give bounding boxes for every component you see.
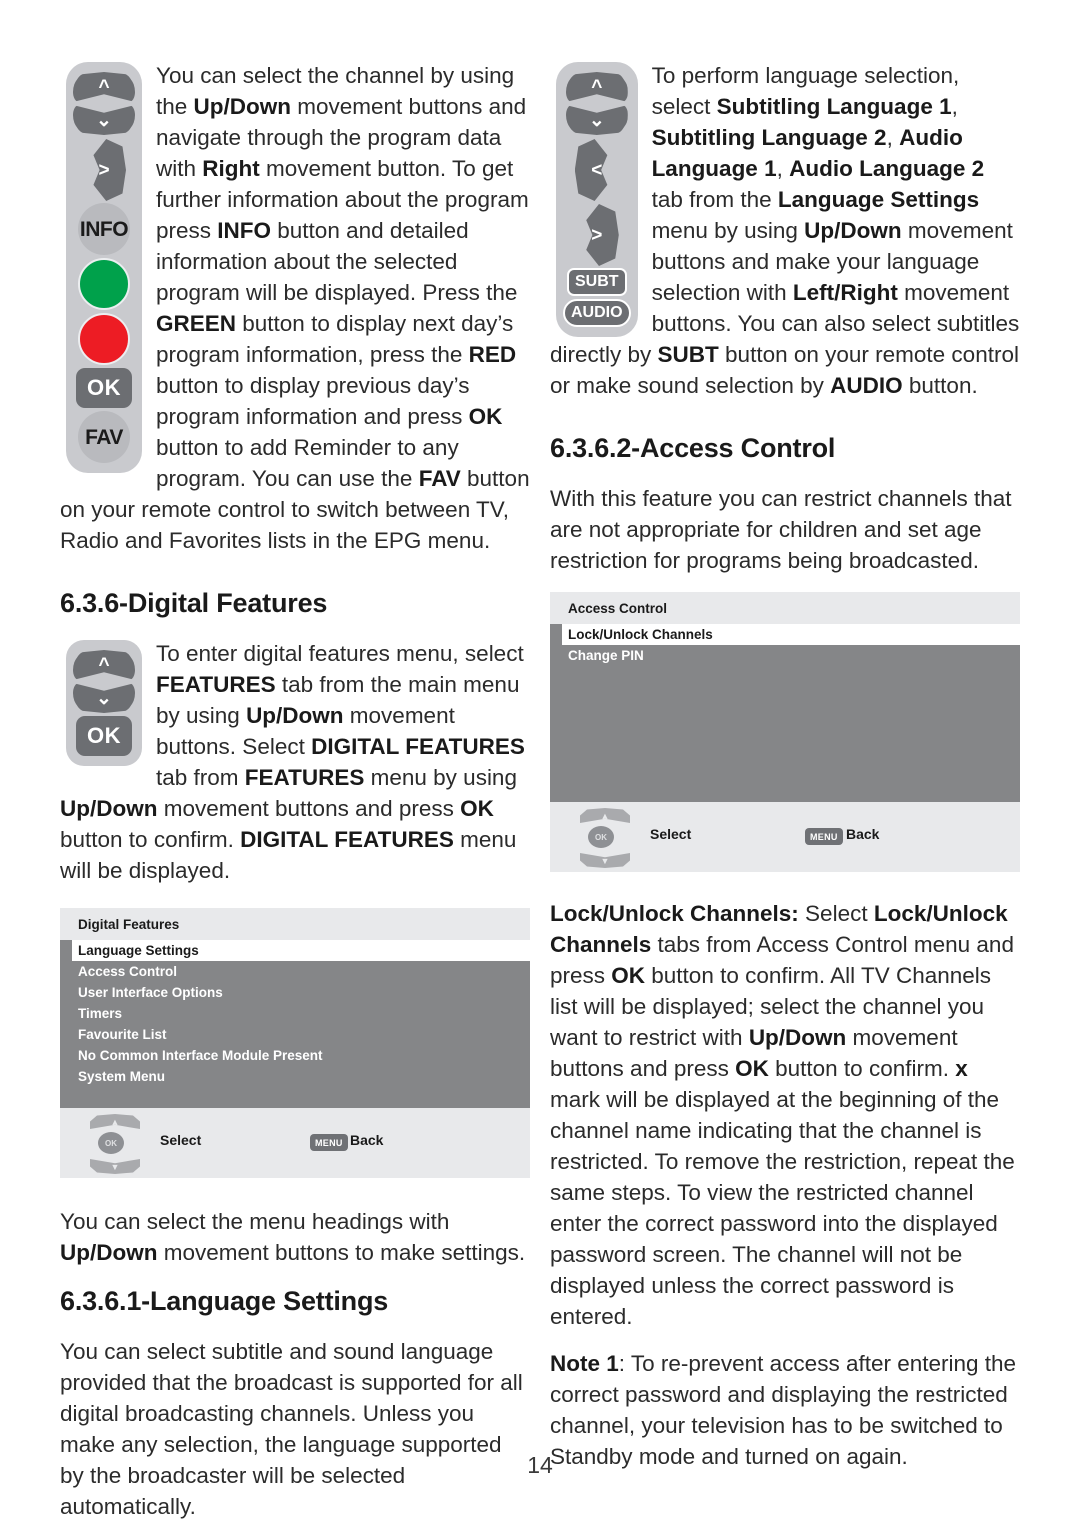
chevron-left-icon: <	[591, 159, 603, 181]
language-selection-block: ^ ⌄ < > SUBT AUDIO To perform language s…	[550, 60, 1020, 417]
chevron-up-icon: ^	[98, 77, 110, 98]
chevron-down-icon: ⌄	[96, 688, 112, 709]
tv-menu-item[interactable]: Timers	[60, 1003, 530, 1024]
ok-button: OK	[76, 368, 132, 408]
ok-icon-label: OK	[105, 1138, 117, 1148]
arrow-up-icon: ▲	[580, 808, 630, 823]
chevron-down-icon: ⌄	[96, 110, 112, 131]
right-arrow-button: >	[575, 203, 619, 266]
left-arrow-button: <	[574, 138, 619, 201]
up-arrow-button: ^	[565, 72, 628, 102]
down-arrow-button: ⌄	[73, 105, 135, 135]
access-control-paragraph: With this feature you can restrict chann…	[550, 486, 1012, 573]
back-label: Back	[846, 826, 880, 842]
heading-language-settings: 6.3.6.1-Language Settings	[60, 1286, 389, 1316]
tv-menu-title: Digital Features	[60, 908, 530, 940]
select-label: Select	[650, 826, 692, 842]
right-column: ^ ⌄ < > SUBT AUDIO To perform language s…	[550, 60, 1020, 1488]
tv-menu-item[interactable]: Lock/Unlock Channels	[562, 624, 1020, 645]
nav-arrows-icon: ▲ OK ▼	[86, 1114, 144, 1174]
tv-menu-title: Access Control	[550, 592, 1020, 624]
select-label: Select	[160, 1132, 202, 1148]
right-arrow-button: >	[82, 138, 126, 201]
chevron-up-icon: ^	[591, 77, 603, 98]
menu-headings-paragraph: You can select the menu headings with Up…	[60, 1209, 526, 1265]
tv-menu-list: Language Settings Access Control User Inte…	[60, 940, 530, 1108]
up-arrow-button: ^	[73, 650, 135, 680]
epg-instructions-block: ^ ⌄ > INFO OK FAV You can select the cha…	[60, 60, 530, 572]
remote-strip-epg: ^ ⌄ > INFO OK FAV	[66, 62, 142, 473]
tv-menu-item[interactable]: User Interface Options	[60, 982, 530, 1003]
tv-menu-footer: ▲ OK ▼ Select MENU Back	[550, 802, 1020, 872]
chevron-right-icon: >	[591, 224, 603, 246]
digital-features-instructions-block: ^ ⌄ OK To enter digital features menu, s…	[60, 638, 530, 902]
manual-page: ^ ⌄ > INFO OK FAV You can select the cha…	[0, 0, 1080, 1532]
tv-menu-list: Lock/Unlock Channels Change PIN	[550, 624, 1020, 802]
fav-button: FAV	[78, 411, 130, 463]
remote-strip-language: ^ ⌄ < > SUBT AUDIO	[556, 62, 638, 337]
chevron-right-icon: >	[98, 159, 110, 181]
ok-icon: OK	[588, 826, 614, 848]
tv-menu-item[interactable]: No Common Interface Module Present	[60, 1045, 530, 1066]
tv-menu-item[interactable]: System Menu	[60, 1066, 530, 1087]
arrow-down-icon: ▼	[90, 1159, 140, 1174]
green-button	[78, 258, 130, 310]
ok-button-label: OK	[87, 723, 121, 748]
tv-menu-item[interactable]: Access Control	[60, 961, 530, 982]
heading-digital-features: 6.3.6-Digital Features	[60, 588, 328, 618]
lock-unlock-paragraph: Lock/Unlock Channels: Select Lock/Unlock…	[550, 901, 1015, 1329]
ok-button: OK	[76, 716, 132, 756]
subt-button: SUBT	[567, 268, 627, 296]
arrow-up-icon: ▲	[90, 1114, 140, 1129]
heading-access-control: 6.3.6.2-Access Control	[550, 433, 836, 463]
left-column: ^ ⌄ > INFO OK FAV You can select the cha…	[60, 60, 530, 1538]
down-arrow-button: ⌄	[565, 105, 628, 135]
ok-icon: OK	[98, 1132, 124, 1154]
remote-strip-features: ^ ⌄ OK	[66, 640, 142, 766]
subt-button-label: SUBT	[575, 273, 619, 290]
tv-menu-footer: ▲ OK ▼ Select MENU Back	[60, 1108, 530, 1178]
menu-button-icon: MENU	[805, 828, 843, 845]
nav-arrows-icon: ▲ OK ▼	[576, 808, 634, 868]
audio-button-label: AUDIO	[571, 304, 623, 321]
chevron-up-icon: ^	[98, 655, 110, 676]
info-button: INFO	[78, 203, 130, 255]
down-arrow-button: ⌄	[73, 683, 135, 713]
page-number: 14	[527, 1452, 553, 1478]
tv-menu-item[interactable]: Favourite List	[60, 1024, 530, 1045]
chevron-down-icon: ⌄	[588, 110, 605, 131]
red-button	[78, 313, 130, 365]
menu-button-icon: MENU	[310, 1134, 348, 1151]
ok-button-label: OK	[87, 375, 121, 400]
tv-screenshot-access-control: Access Control Lock/Unlock Channels Chang…	[550, 592, 1020, 872]
fav-button-label: FAV	[85, 425, 123, 449]
tv-menu-item[interactable]: Language Settings	[72, 940, 530, 961]
info-button-label: INFO	[79, 217, 129, 241]
back-label: Back	[350, 1132, 384, 1148]
ok-icon-label: OK	[595, 832, 607, 842]
arrow-down-icon: ▼	[580, 853, 630, 868]
language-settings-paragraph: You can select subtitle and sound langua…	[60, 1339, 523, 1519]
audio-button: AUDIO	[563, 299, 631, 327]
tv-menu-item[interactable]: Change PIN	[550, 645, 1020, 666]
up-arrow-button: ^	[73, 72, 135, 102]
tv-screenshot-digital-features: Digital Features Language Settings Access…	[60, 908, 530, 1178]
